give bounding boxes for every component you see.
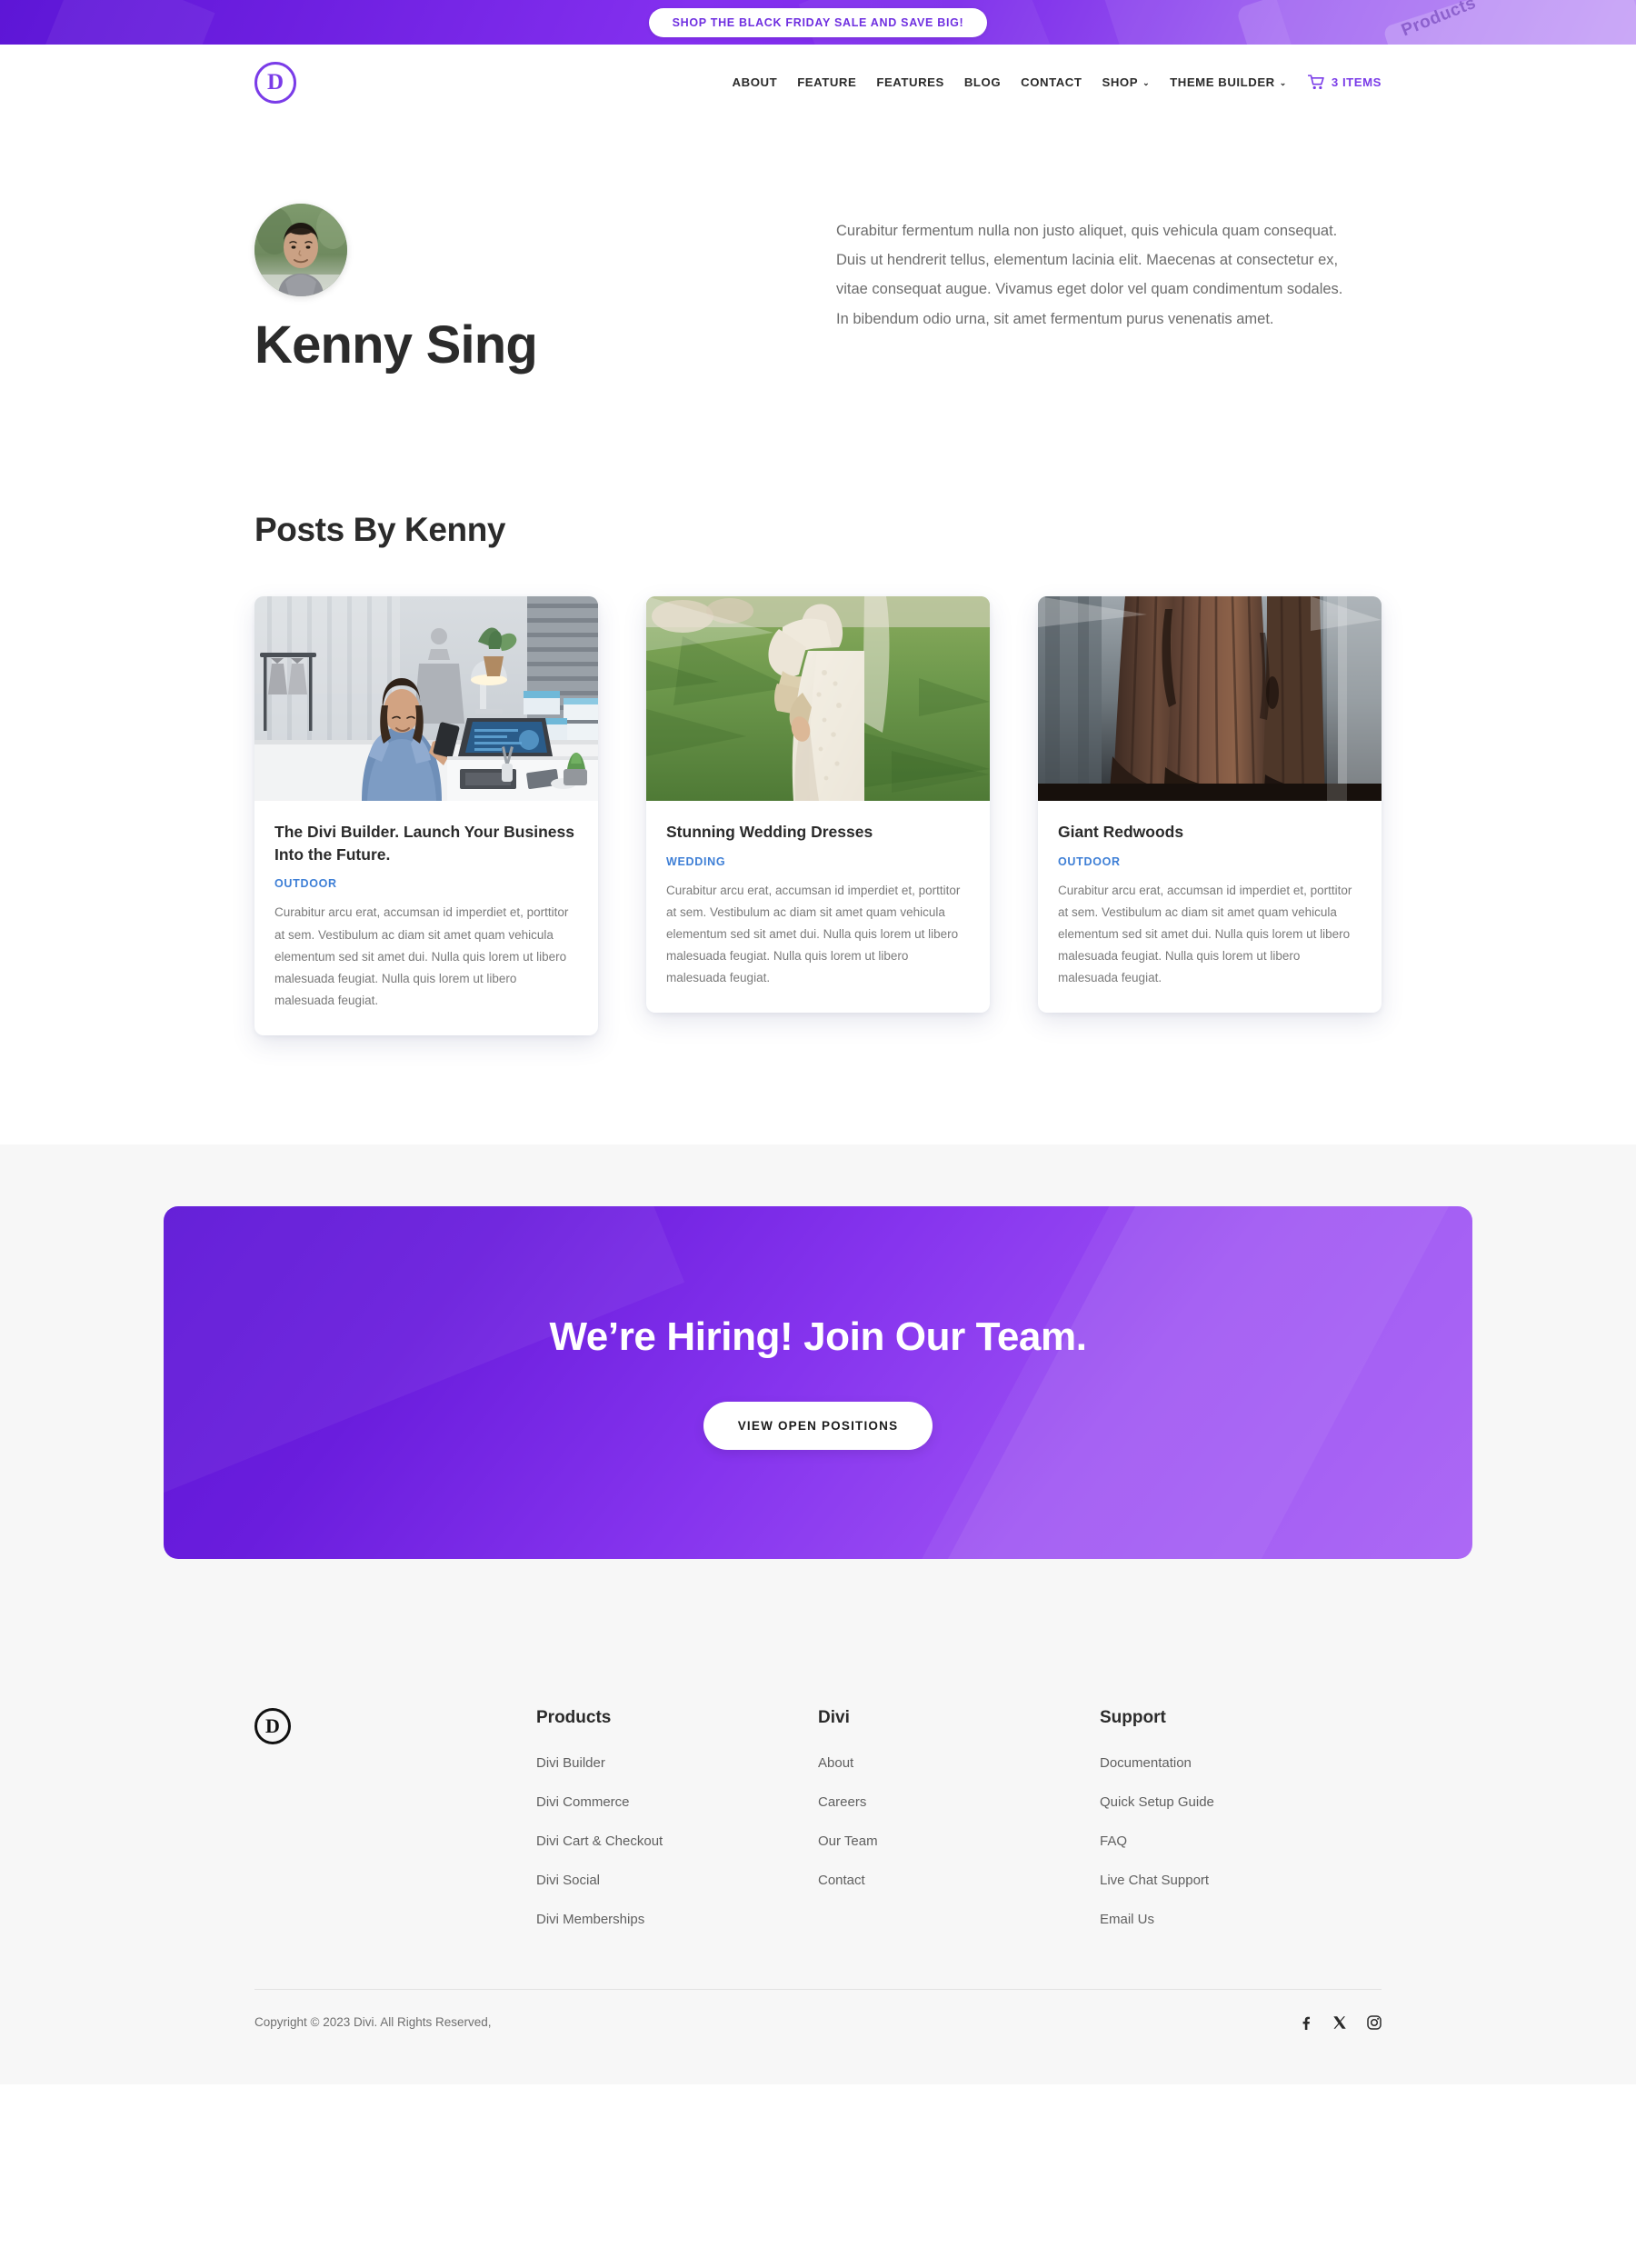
footer-link-email-us[interactable]: Email Us — [1100, 1912, 1382, 1927]
post-category[interactable]: WEDDING — [666, 855, 970, 868]
nav-label: ABOUT — [732, 75, 778, 89]
footer-link-documentation[interactable]: Documentation — [1100, 1755, 1382, 1771]
site-footer: D Products Divi Builder Divi Commerce Di… — [0, 1627, 1636, 2084]
main-navigation: ABOUT FEATURE FEATURES BLOG CONTACT SHOP… — [723, 75, 1382, 90]
footer-link-live-chat-support[interactable]: Live Chat Support — [1100, 1873, 1382, 1888]
footer-logo-column: D — [254, 1707, 536, 1744]
promo-decor-word: Products — [1399, 0, 1479, 41]
post-title[interactable]: Stunning Wedding Dresses — [666, 821, 970, 844]
author-row: Kenny Sing Curabitur fermentum nulla non… — [254, 204, 1382, 375]
footer-heading: Products — [536, 1707, 612, 1727]
nav-item-about[interactable]: ABOUT — [723, 75, 788, 89]
chevron-down-icon: ⌄ — [1142, 78, 1151, 87]
nav-item-contact[interactable]: CONTACT — [1011, 75, 1092, 89]
footer-columns: D Products Divi Builder Divi Commerce Di… — [254, 1707, 1382, 1951]
cart-count-label: 3 ITEMS — [1331, 75, 1382, 89]
author-identity: Kenny Sing — [254, 204, 836, 375]
divi-logo-icon[interactable]: D — [254, 61, 296, 104]
promo-sale-link[interactable]: SHOP THE BLACK FRIDAY SALE AND SAVE BIG! — [648, 7, 988, 37]
nav-label: FEATURES — [876, 75, 944, 89]
footer-link-careers[interactable]: Careers — [818, 1794, 1100, 1810]
footer-link-faq[interactable]: FAQ — [1100, 1833, 1382, 1849]
posts-container: Posts By Kenny The Divi Builder. Launch … — [254, 511, 1382, 1035]
post-image-office — [254, 595, 598, 801]
footer-link-contact[interactable]: Contact — [818, 1873, 1100, 1888]
promo-decor-shape — [1102, 0, 1298, 45]
site-header: D ABOUT FEATURE FEATURES BLOG CONTACT SH… — [0, 45, 1636, 120]
nav-item-theme-builder[interactable]: THEME BUILDER ⌄ — [1160, 75, 1297, 89]
hiring-cta-banner: We’re Hiring! Join Our Team. VIEW OPEN P… — [164, 1205, 1472, 1559]
post-category[interactable]: OUTDOOR — [274, 877, 578, 890]
nav-item-feature[interactable]: FEATURE — [787, 75, 866, 89]
instagram-icon[interactable] — [1367, 2014, 1382, 2030]
header-inner: D ABOUT FEATURE FEATURES BLOG CONTACT SH… — [254, 61, 1382, 104]
footer-column-products: Products Divi Builder Divi Commerce Divi… — [536, 1708, 818, 1951]
post-image-wedding — [646, 595, 990, 801]
nav-item-blog[interactable]: BLOG — [954, 75, 1011, 89]
post-card-body: Stunning Wedding Dresses WEDDING Curabit… — [646, 801, 990, 1013]
posts-section: Posts By Kenny The Divi Builder. Launch … — [0, 510, 1636, 1144]
divi-logo-icon[interactable]: D — [254, 1707, 291, 1744]
post-excerpt: Curabitur arcu erat, accumsan id imperdi… — [666, 883, 961, 984]
nav-label: FEATURE — [797, 75, 857, 89]
social-links — [1298, 2014, 1382, 2030]
post-thumbnail — [1038, 595, 1382, 801]
nav-item-features[interactable]: FEATURES — [866, 75, 954, 89]
cta-decor-shape — [885, 1205, 1451, 1559]
post-card-body: Giant Redwoods OUTDOOR Curabitur arcu er… — [1038, 801, 1382, 1013]
facebook-icon[interactable] — [1298, 2015, 1312, 2030]
post-title[interactable]: The Divi Builder. Launch Your Business I… — [274, 821, 578, 866]
footer-link-divi-commerce[interactable]: Divi Commerce — [536, 1794, 818, 1810]
footer-link-divi-builder[interactable]: Divi Builder — [536, 1755, 818, 1771]
promo-banner: Products SHOP THE BLACK FRIDAY SALE AND … — [0, 0, 1636, 45]
post-thumbnail — [646, 595, 990, 801]
author-section: Kenny Sing Curabitur fermentum nulla non… — [0, 120, 1636, 511]
cart-link[interactable]: 3 ITEMS — [1297, 75, 1382, 90]
footer-heading: Support — [1100, 1707, 1166, 1727]
nav-label: SHOP — [1102, 75, 1139, 89]
footer-bottom-bar: Copyright © 2023 Divi. All Rights Reserv… — [254, 1990, 1382, 2084]
footer-column-divi: Divi About Careers Our Team Contact — [818, 1708, 1100, 1912]
post-category[interactable]: OUTDOOR — [1058, 855, 1362, 868]
post-card[interactable]: The Divi Builder. Launch Your Business I… — [254, 595, 598, 1035]
footer-column-support: Support Documentation Quick Setup Guide … — [1100, 1708, 1382, 1951]
post-card[interactable]: Giant Redwoods OUTDOOR Curabitur arcu er… — [1038, 595, 1382, 1013]
post-card[interactable]: Stunning Wedding Dresses WEDDING Curabit… — [646, 595, 990, 1013]
footer-heading: Divi — [818, 1707, 850, 1727]
author-container: Kenny Sing Curabitur fermentum nulla non… — [254, 204, 1382, 375]
footer-link-our-team[interactable]: Our Team — [818, 1833, 1100, 1849]
cta-decor-shape — [940, 1205, 1472, 1559]
copyright-text: Copyright © 2023 Divi. All Rights Reserv… — [254, 2015, 492, 2030]
page-title: Posts By Kenny — [254, 510, 506, 548]
post-image-redwoods — [1038, 595, 1382, 801]
view-open-positions-button[interactable]: VIEW OPEN POSITIONS — [703, 1402, 933, 1451]
footer-link-divi-cart-checkout[interactable]: Divi Cart & Checkout — [536, 1833, 818, 1849]
nav-label: CONTACT — [1021, 75, 1082, 89]
post-thumbnail — [254, 595, 598, 801]
footer-link-quick-setup-guide[interactable]: Quick Setup Guide — [1100, 1794, 1382, 1810]
footer-link-about[interactable]: About — [818, 1755, 1100, 1771]
footer-container: D Products Divi Builder Divi Commerce Di… — [254, 1707, 1382, 2084]
cta-title: We’re Hiring! Join Our Team. — [549, 1314, 1087, 1360]
author-name: Kenny Sing — [254, 315, 538, 375]
promo-decor-shape — [39, 0, 215, 45]
post-card-grid: The Divi Builder. Launch Your Business I… — [254, 595, 1382, 1035]
footer-link-divi-memberships[interactable]: Divi Memberships — [536, 1912, 818, 1927]
x-twitter-icon[interactable] — [1332, 2015, 1347, 2030]
post-excerpt: Curabitur arcu erat, accumsan id imperdi… — [1058, 883, 1352, 984]
post-card-body: The Divi Builder. Launch Your Business I… — [254, 801, 598, 1035]
post-excerpt: Curabitur arcu erat, accumsan id imperdi… — [274, 905, 569, 1007]
chevron-down-icon: ⌄ — [1279, 78, 1287, 87]
author-bio: Curabitur fermentum nulla non justo aliq… — [836, 223, 1343, 327]
shopping-cart-icon — [1307, 75, 1324, 90]
nav-label: THEME BUILDER — [1170, 75, 1275, 89]
cta-section: We’re Hiring! Join Our Team. VIEW OPEN P… — [0, 1144, 1636, 1628]
avatar-photo — [254, 204, 347, 296]
nav-label: BLOG — [963, 75, 1002, 89]
nav-item-shop[interactable]: SHOP ⌄ — [1092, 75, 1160, 89]
cta-decor-shape — [164, 1205, 685, 1521]
avatar — [254, 204, 347, 296]
footer-link-divi-social[interactable]: Divi Social — [536, 1873, 818, 1888]
post-title[interactable]: Giant Redwoods — [1058, 821, 1362, 844]
